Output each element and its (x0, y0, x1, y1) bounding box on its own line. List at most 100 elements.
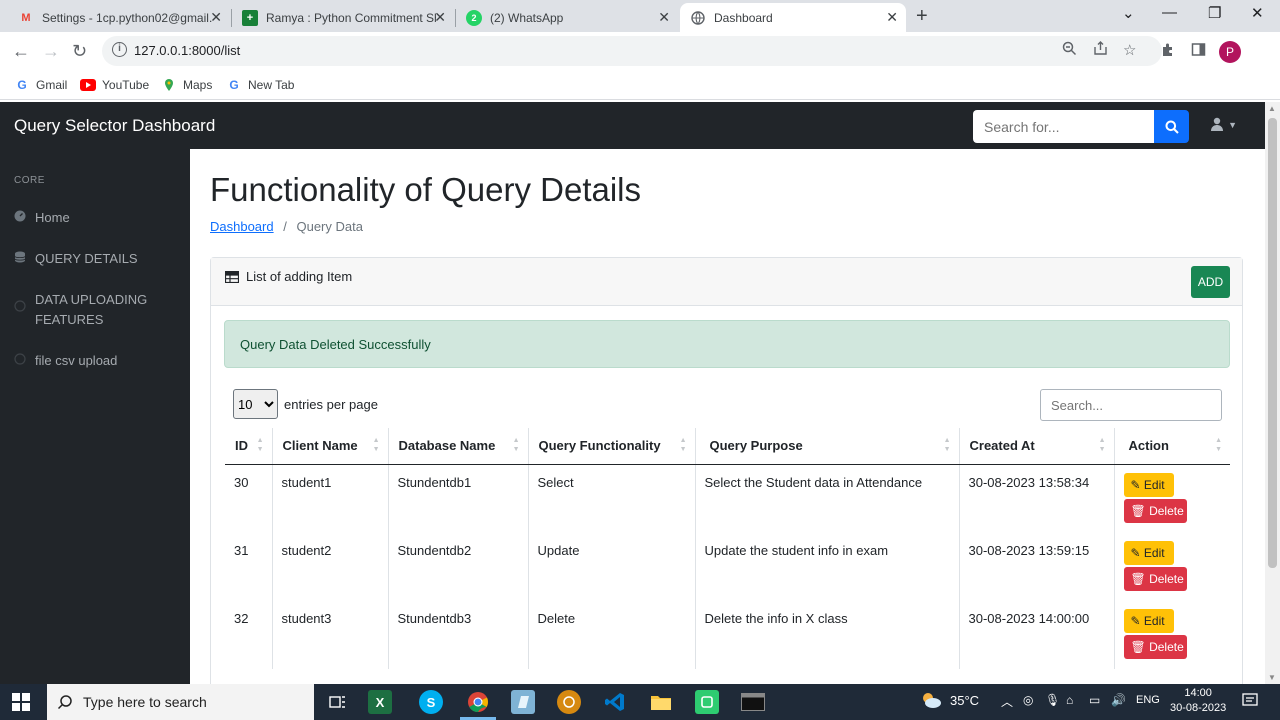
trash-icon: 🗑 (1130, 639, 1146, 654)
cell-client-name: student2 (272, 532, 389, 601)
url-text[interactable]: 127.0.0.1:8000/list (134, 43, 240, 58)
volume-icon[interactable]: 🔊 (1111, 693, 1126, 707)
globe-icon (690, 10, 706, 26)
skype-icon[interactable]: S (419, 690, 443, 714)
edit-button[interactable]: ✎ Edit (1123, 472, 1174, 497)
breadcrumb-link-dashboard[interactable]: Dashboard (210, 219, 274, 234)
location-icon[interactable]: ⌂ (1066, 693, 1073, 707)
column-header-query-functionality[interactable]: Query Functionality ▲ ▼ (528, 428, 696, 465)
taskbar-search-box[interactable]: Type here to search (47, 684, 314, 720)
sidebar-item-query-details[interactable]: QUERY DETAILS (14, 249, 184, 269)
tray-app-icon[interactable]: ◎ (1023, 693, 1033, 707)
edit-button[interactable]: ✎ Edit (1123, 540, 1174, 565)
delete-button[interactable]: 🗑 Delete (1123, 634, 1187, 659)
side-panel-icon[interactable] (1191, 42, 1206, 61)
bookmark-maps[interactable]: Maps (161, 77, 212, 93)
edit-label: Edit (1143, 613, 1165, 628)
profile-avatar[interactable]: P (1219, 41, 1241, 63)
close-icon[interactable]: ✕ (886, 9, 898, 26)
notification-center-icon[interactable] (1242, 693, 1258, 712)
per-page-select[interactable]: 10 (233, 389, 278, 419)
share-icon[interactable] (1093, 41, 1108, 60)
reload-icon[interactable]: ↻ (72, 41, 87, 62)
tab-title: Settings - 1cp.python02@gmail.c (42, 10, 212, 25)
microphone-icon[interactable]: 🎙 (1045, 693, 1060, 707)
cell-query-purpose: Delete the info in X class (695, 600, 960, 669)
minimize-icon[interactable]: — (1162, 4, 1177, 21)
edit-button[interactable]: ✎ Edit (1123, 608, 1174, 633)
excel-icon[interactable]: X (368, 690, 392, 714)
column-header-id[interactable]: ID ▲ ▼ (225, 428, 273, 465)
app-brand[interactable]: Query Selector Dashboard (14, 116, 215, 136)
browser-tab-whatsapp[interactable]: 2 (2) WhatsApp ✕ (456, 3, 678, 32)
bookmark-star-icon[interactable]: ☆ (1123, 41, 1136, 59)
table-search-input[interactable] (1040, 389, 1222, 421)
bookmark-gmail[interactable]: G Gmail (14, 77, 67, 93)
column-label: Action (1128, 438, 1169, 454)
column-header-client-name[interactable]: Client Name ▲ ▼ (272, 428, 389, 465)
browser-tab-dashboard[interactable]: Dashboard ✕ (680, 3, 906, 32)
tray-chevron-up-icon[interactable]: ︿ (1001, 693, 1013, 710)
trash-icon: 🗑 (1130, 571, 1146, 586)
file-explorer-icon[interactable] (649, 690, 673, 714)
column-header-database-name[interactable]: Database Name ▲ ▼ (388, 428, 529, 465)
close-icon[interactable]: ✕ (210, 9, 222, 26)
sidebar-item-data-uploading[interactable]: DATA UPLOADING FEATURES (14, 290, 154, 330)
system-clock[interactable]: 14:00 30-08-2023 (1170, 686, 1226, 716)
language-indicator[interactable]: ENG (1136, 694, 1160, 706)
user-dropdown[interactable]: ▼ (1210, 117, 1237, 135)
sidebar-item-home[interactable]: Home (14, 208, 184, 228)
window-close-icon[interactable]: ✕ (1251, 4, 1264, 22)
app-icon[interactable] (695, 690, 719, 714)
column-label: Query Purpose (709, 438, 803, 454)
scroll-up-arrow-icon[interactable]: ▲ (1268, 104, 1276, 113)
weather-icon[interactable] (920, 690, 942, 713)
taskbar-search-placeholder: Type here to search (83, 694, 207, 710)
column-header-query-purpose[interactable]: Query Purpose ▲ ▼ (695, 428, 960, 465)
tab-search-chevron-icon[interactable]: ⌄ (1122, 4, 1135, 22)
scrollbar-thumb[interactable] (1268, 118, 1277, 568)
weather-temperature[interactable]: 35°C (950, 693, 979, 708)
extensions-icon[interactable] (1161, 42, 1176, 61)
terminal-icon[interactable] (740, 690, 766, 714)
nav-search-button[interactable] (1154, 110, 1189, 143)
close-icon[interactable]: ✕ (434, 9, 446, 26)
add-button[interactable]: ADD (1191, 266, 1230, 298)
page-scrollbar[interactable]: ▲ ▼ (1265, 102, 1280, 684)
cell-action: ✎ Edit 🗑 Delete (1114, 464, 1230, 533)
column-header-created-at[interactable]: Created At ▲ ▼ (959, 428, 1115, 465)
sort-icon: ▲ ▼ (1215, 437, 1222, 453)
close-icon[interactable]: ✕ (658, 9, 670, 26)
delete-button[interactable]: 🗑 Delete (1123, 566, 1187, 591)
battery-icon[interactable]: ▭ (1089, 693, 1100, 707)
forward-arrow-icon[interactable]: → (42, 41, 60, 62)
column-label: Created At (969, 438, 1035, 454)
browser-tab-settings[interactable]: M Settings - 1cp.python02@gmail.c ✕ (8, 3, 230, 32)
windows-start-icon[interactable] (12, 693, 30, 716)
column-header-action[interactable]: Action ▲ ▼ (1114, 428, 1230, 465)
bookmark-new-tab[interactable]: G New Tab (226, 77, 294, 93)
address-bar[interactable]: i 127.0.0.1:8000/list ☆ (102, 36, 1162, 66)
circle-icon (14, 300, 26, 312)
breadcrumb: Dashboard / Query Data (210, 219, 363, 234)
site-info-icon[interactable]: i (112, 42, 127, 57)
delete-button[interactable]: 🗑 Delete (1123, 498, 1187, 523)
vscode-icon[interactable] (603, 690, 627, 714)
sidebar-item-file-csv-upload[interactable]: file csv upload (14, 351, 184, 371)
browser-tab-sheet[interactable]: + Ramya : Python Commitment Sh ✕ (232, 3, 454, 32)
new-tab-icon[interactable]: + (916, 5, 928, 28)
maximize-icon[interactable]: ❐ (1208, 4, 1221, 22)
back-arrow-icon[interactable]: ← (12, 41, 30, 62)
app-icon[interactable] (557, 690, 581, 714)
nav-search-input[interactable] (973, 110, 1154, 143)
chrome-icon[interactable] (466, 690, 490, 714)
task-view-icon[interactable] (326, 690, 350, 714)
notes-app-icon[interactable] (511, 690, 535, 714)
scroll-down-arrow-icon[interactable]: ▼ (1268, 673, 1276, 682)
caret-down-icon: ▼ (1228, 120, 1238, 130)
sidebar-item-label: DATA UPLOADING FEATURES (35, 292, 148, 327)
cell-query-purpose: Update the student info in exam (695, 532, 960, 601)
cell-action: ✎ Edit 🗑 Delete (1114, 533, 1230, 601)
zoom-icon[interactable] (1062, 41, 1077, 60)
bookmark-youtube[interactable]: YouTube (80, 77, 149, 93)
